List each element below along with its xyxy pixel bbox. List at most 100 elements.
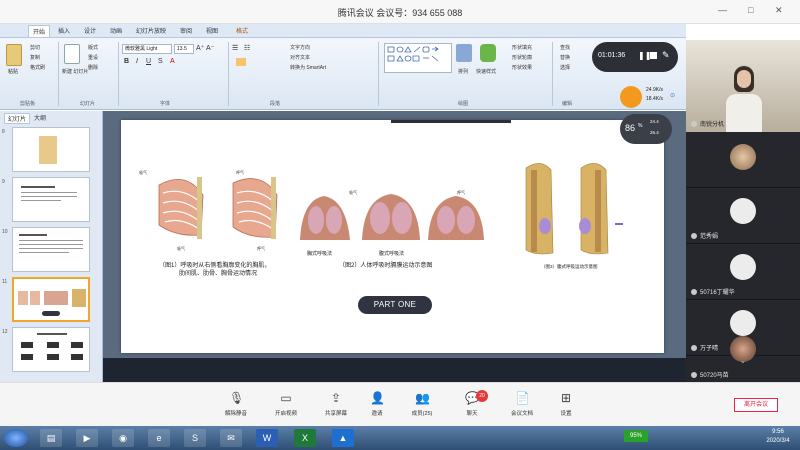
expand-icon[interactable]: ⊙ bbox=[670, 92, 675, 99]
replace-button[interactable]: 替换 bbox=[560, 54, 570, 61]
participant-tile[interactable]: 50720马苗 ⌄ bbox=[686, 336, 800, 382]
meeting-title: 腾讯会议 会议号：934 655 088 bbox=[337, 8, 463, 18]
underline-icon[interactable]: U bbox=[146, 58, 151, 65]
slide-thumbnail[interactable] bbox=[12, 227, 90, 272]
participant-name: 50716丁耀华 bbox=[700, 290, 735, 296]
thumb-image bbox=[30, 291, 40, 305]
font-color-icon[interactable]: A bbox=[170, 58, 175, 65]
network-status-icon bbox=[620, 86, 642, 108]
fig2-caption: （图2）人体呼吸时膈膜运动示意图 bbox=[339, 263, 433, 269]
cpu-down: 26.4 bbox=[650, 130, 659, 135]
unmute-button[interactable]: 🎙 解除静音 bbox=[216, 391, 256, 417]
explorer-icon[interactable]: ▤ bbox=[40, 429, 62, 447]
participant-tile[interactable]: 50716丁耀华 bbox=[686, 244, 800, 300]
format-painter-button[interactable]: 格式刷 bbox=[30, 64, 45, 71]
label-exhale-top: 呼气 bbox=[236, 170, 244, 175]
select-button[interactable]: 选择 bbox=[560, 64, 570, 71]
mic-icon bbox=[691, 372, 697, 378]
ppt-tab-slideshow[interactable]: 幻灯片放映 bbox=[136, 26, 166, 35]
chevron-down-icon[interactable]: ⌄ bbox=[740, 357, 746, 365]
ppt-tab-view[interactable]: 视图 bbox=[206, 26, 218, 35]
shapes-gallery[interactable] bbox=[384, 43, 452, 73]
pen-icon[interactable]: ✎ bbox=[662, 50, 670, 61]
cut-button[interactable]: 剪切 bbox=[30, 44, 40, 51]
ppt-tab-animation[interactable]: 动画 bbox=[110, 26, 122, 35]
label-exhale2: 呼气 bbox=[457, 190, 465, 195]
shadow-icon[interactable]: S bbox=[158, 58, 163, 65]
shape-effects-button[interactable]: 形状效果 bbox=[512, 64, 532, 71]
maximize-button[interactable]: □ bbox=[748, 5, 753, 15]
new-slide-icon[interactable] bbox=[64, 44, 80, 64]
ppt-tab-insert[interactable]: 插入 bbox=[58, 26, 70, 35]
smartart-button[interactable]: 转换为 SmartArt bbox=[290, 64, 326, 71]
ppt-tab-review[interactable]: 审阅 bbox=[180, 26, 192, 35]
slide-thumbnail[interactable] bbox=[12, 177, 90, 222]
thumb-text-line bbox=[19, 248, 83, 249]
media-player-icon[interactable]: ▶ bbox=[76, 429, 98, 447]
participant-tile[interactable]: 南锐分机 bbox=[686, 40, 800, 132]
group-font: 字体 bbox=[160, 101, 171, 107]
text-direction-button[interactable]: 文字方向 bbox=[290, 44, 310, 51]
leave-meeting-button[interactable]: 离开会议 bbox=[734, 398, 778, 412]
tencent-meeting-icon[interactable]: ▲ bbox=[332, 429, 354, 447]
shape-fill-button[interactable]: 形状填充 bbox=[512, 44, 532, 51]
align-text-button[interactable]: 对齐文本 bbox=[290, 54, 310, 61]
participant-tile[interactable]: 范秀娟 bbox=[686, 188, 800, 244]
delete-button[interactable]: 删除 bbox=[88, 64, 98, 71]
network-download: 18.4K/s bbox=[646, 96, 663, 102]
close-button[interactable]: ✕ bbox=[775, 5, 783, 16]
reset-button[interactable]: 重设 bbox=[88, 54, 98, 61]
start-video-button[interactable]: ▭ 开启视频 bbox=[266, 391, 306, 417]
meeting-docs-button[interactable]: 📄 会议文档 bbox=[502, 391, 542, 417]
ribbon-separator bbox=[228, 42, 229, 106]
quick-styles-icon[interactable] bbox=[480, 44, 496, 62]
arrange-icon[interactable] bbox=[456, 44, 472, 62]
wechat-icon[interactable]: ✉ bbox=[220, 429, 242, 447]
participant-body bbox=[726, 94, 762, 132]
participant-tile[interactable] bbox=[686, 132, 800, 188]
paste-icon[interactable] bbox=[6, 44, 22, 66]
numbering-icon[interactable]: ☷ bbox=[244, 44, 250, 52]
current-slide[interactable]: 吸气 呼气 吸气 呼气 （图1）呼吸时从右侧看胸廓变化的胸肌， 肋间肌、肋骨、胸… bbox=[121, 120, 664, 353]
tab-slides[interactable]: 幻灯片 bbox=[4, 113, 31, 124]
invite-button[interactable]: 👤 邀请 bbox=[357, 391, 397, 417]
browser-icon[interactable]: e bbox=[148, 429, 170, 447]
avatar bbox=[730, 198, 756, 224]
start-button[interactable] bbox=[4, 429, 28, 447]
sogou-icon[interactable]: S bbox=[184, 429, 206, 447]
find-button[interactable]: 查找 bbox=[560, 44, 570, 51]
system-clock[interactable]: 9:56 2020/3/4 bbox=[758, 428, 798, 446]
members-button[interactable]: 👥 成员(25) bbox=[402, 391, 442, 417]
font-grow-icon[interactable]: A⁺ bbox=[196, 44, 204, 52]
word-icon[interactable]: W bbox=[256, 429, 278, 447]
slide-thumbnail[interactable] bbox=[12, 327, 90, 372]
bold-icon[interactable]: B bbox=[124, 58, 129, 65]
italic-icon[interactable]: I bbox=[136, 58, 138, 65]
cpu-indicator: 86 % 24.4 26.4 bbox=[620, 114, 672, 144]
bullets-icon[interactable]: ☰ bbox=[232, 44, 238, 52]
excel-icon[interactable]: X bbox=[294, 429, 316, 447]
stop-icon[interactable] bbox=[650, 52, 657, 59]
slide-editing-area: 吸气 呼气 吸气 呼气 （图1）呼吸时从右侧看胸廓变化的胸肌， 肋间肌、肋骨、胸… bbox=[103, 111, 686, 382]
recording-timer[interactable]: 01:01:36 ❚❚ ✎ bbox=[592, 42, 678, 72]
shape-outline-button[interactable]: 形状轮廓 bbox=[512, 54, 532, 61]
new-slide-label: 新建 幻灯片 bbox=[62, 69, 89, 75]
settings-button[interactable]: ⊞ 设置 bbox=[546, 391, 586, 417]
canvas-bottom-bar bbox=[103, 358, 686, 382]
slide-thumbnail[interactable] bbox=[12, 127, 90, 172]
copy-button[interactable]: 复制 bbox=[30, 54, 40, 61]
font-size-select[interactable]: 13.5 bbox=[174, 44, 194, 54]
align-center-icon[interactable] bbox=[236, 58, 246, 66]
ppt-tab-design[interactable]: 设计 bbox=[84, 26, 96, 35]
ppt-tab-format[interactable]: 格式 bbox=[236, 26, 248, 35]
font-shrink-icon[interactable]: A⁻ bbox=[206, 44, 214, 52]
layout-button[interactable]: 版式 bbox=[88, 44, 98, 51]
share-screen-button[interactable]: ⇪ 共享屏幕 bbox=[316, 391, 356, 417]
ppt-tab-home[interactable]: 开始 bbox=[28, 25, 51, 37]
security-app-icon[interactable]: ◉ bbox=[112, 429, 134, 447]
tab-outline[interactable]: 大纲 bbox=[34, 113, 46, 122]
minimize-button[interactable]: — bbox=[718, 5, 727, 15]
font-name-select[interactable]: 微软雅黑 Light bbox=[122, 44, 172, 54]
participant-name: 范秀娟 bbox=[700, 234, 719, 240]
slide-thumbnail-current[interactable] bbox=[12, 277, 90, 322]
